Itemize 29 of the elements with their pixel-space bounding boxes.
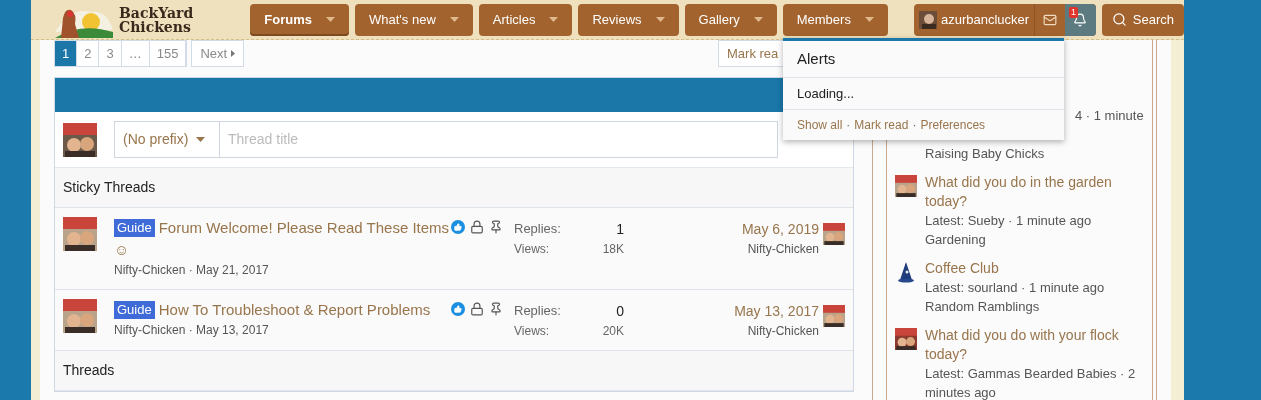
replies-label: Replies: (514, 220, 561, 238)
latest-text: 4 · 1 minute (1075, 107, 1144, 125)
replies-count: 1 (616, 220, 624, 239)
views-label: Views: (514, 323, 550, 340)
thread-meta: Nifty-Chicken · May 13, 2017 (114, 322, 270, 339)
views-label: Views: (514, 241, 550, 258)
forum-name: Random Ramblings (925, 298, 1041, 316)
replies-count: 0 (616, 302, 624, 321)
last-poster: Nifty-Chicken (747, 323, 819, 340)
views-count: 18K (602, 241, 624, 258)
replies-label: Replies: (514, 302, 561, 320)
smiley-emoji: ☺ (114, 240, 130, 260)
popup-title: Alerts (783, 41, 1064, 78)
separator: · (846, 117, 851, 134)
separator: · (912, 117, 917, 134)
latest-text: Latest: Gammas Bearded Babies · 2 minutes ago (925, 365, 1137, 400)
section-title: Threads (63, 361, 115, 380)
thread-meta: Nifty-Chicken · May 21, 2017 (114, 262, 270, 279)
forum-name: Raising Baby Chicks (925, 145, 1046, 163)
latest-text: Latest: sourland · 1 minute ago (925, 279, 1106, 297)
last-poster: Nifty-Chicken (747, 241, 819, 258)
loading-text: Loading... (783, 78, 1064, 110)
logo-text: Chickens (119, 19, 192, 34)
logo-text: BackYard (119, 5, 194, 20)
forum-name: Gardening (925, 231, 987, 249)
alert-count-badge: 1 (1069, 6, 1078, 18)
views-count: 20K (602, 323, 624, 340)
latest-text: Latest: Sueby · 1 minute ago (925, 212, 1093, 230)
section-title: Sticky Threads (63, 178, 156, 197)
